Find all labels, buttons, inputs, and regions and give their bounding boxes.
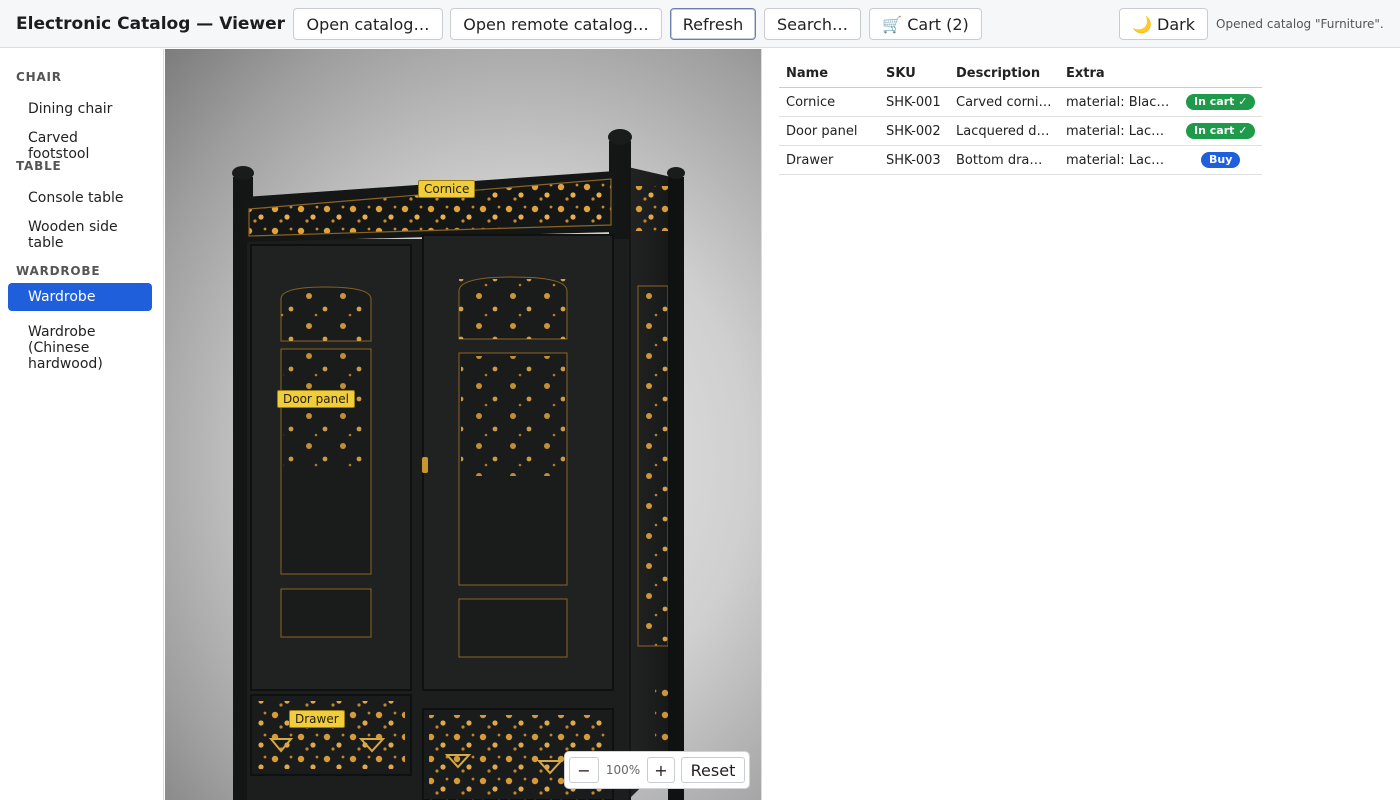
cell-name: Drawer bbox=[779, 145, 879, 175]
hotspot-drawer[interactable]: Drawer bbox=[289, 710, 345, 728]
extra-text: material: Lacquer bbox=[1066, 152, 1172, 168]
zoom-out-button[interactable]: − bbox=[569, 757, 599, 783]
cell-extra: material: Lacquer bbox=[1059, 116, 1179, 146]
dark-mode-toggle[interactable]: 🌙 Dark bbox=[1119, 8, 1208, 40]
table-header-row: Name SKU Description Extra bbox=[779, 60, 1263, 88]
sidebar-item-console-table[interactable]: Console table bbox=[8, 184, 152, 212]
sidebar-item-wardrobe[interactable]: Wardrobe bbox=[8, 283, 152, 311]
cell-description: Lacquered door bbox=[949, 116, 1059, 146]
cell-action: Buy bbox=[1179, 145, 1263, 175]
sidebar-item-wardrobe-chinese-hardwood[interactable]: Wardrobe (Chinese hardwood) bbox=[8, 318, 152, 378]
cell-sku: SHK-002 bbox=[879, 116, 949, 146]
cell-sku: SHK-001 bbox=[879, 87, 949, 117]
zoom-level: 100% bbox=[605, 763, 641, 777]
app-title: Electronic Catalog — Viewer bbox=[16, 14, 286, 34]
cell-description: Bottom drawer bbox=[949, 145, 1059, 175]
column-header-action bbox=[1179, 60, 1263, 88]
column-header-name: Name bbox=[779, 60, 879, 88]
in-cart-badge[interactable]: In cart ✓ bbox=[1186, 123, 1256, 139]
search-button[interactable]: Search… bbox=[764, 8, 861, 40]
open-remote-catalog-button[interactable]: Open remote catalog… bbox=[450, 8, 662, 40]
toolbar: Electronic Catalog — Viewer Open catalog… bbox=[0, 0, 1400, 48]
in-cart-badge[interactable]: In cart ✓ bbox=[1186, 94, 1256, 110]
open-catalog-button[interactable]: Open catalog… bbox=[293, 8, 443, 40]
cell-sku: SHK-003 bbox=[879, 145, 949, 175]
category-sidebar: CHAIR Dining chair Carved footstool TABL… bbox=[0, 49, 164, 800]
column-header-sku: SKU bbox=[879, 60, 949, 88]
buy-button[interactable]: Buy bbox=[1201, 152, 1241, 168]
parts-table: Name SKU Description Extra Cornice SHK-0… bbox=[779, 60, 1263, 175]
cell-action: In cart ✓ bbox=[1179, 116, 1263, 146]
column-header-description: Description bbox=[949, 60, 1059, 88]
category-heading-wardrobe: WARDROBE bbox=[16, 264, 101, 278]
refresh-button[interactable]: Refresh bbox=[670, 8, 756, 40]
category-heading-chair: CHAIR bbox=[16, 70, 62, 84]
hotspot-cornice[interactable]: Cornice bbox=[418, 180, 476, 198]
extra-text: material: Lacquer bbox=[1066, 123, 1172, 139]
column-header-extra: Extra bbox=[1059, 60, 1179, 88]
cell-extra: material: Lacquer bbox=[1059, 145, 1179, 175]
extra-text: material: Black lacquer bbox=[1066, 94, 1172, 110]
hotspot-door-panel[interactable]: Door panel bbox=[277, 390, 355, 408]
status-message: Opened catalog "Furniture". bbox=[1216, 17, 1384, 31]
zoom-in-button[interactable]: + bbox=[647, 757, 675, 783]
table-row[interactable]: Door panel SHK-002 Lacquered door materi… bbox=[779, 116, 1263, 146]
cart-button[interactable]: 🛒 Cart (2) bbox=[869, 8, 982, 40]
zoom-reset-button[interactable]: Reset bbox=[681, 757, 745, 783]
description-text: Carved cornice bbox=[956, 94, 1052, 110]
cell-extra: material: Black lacquer bbox=[1059, 87, 1179, 117]
description-text: Lacquered door bbox=[956, 123, 1052, 139]
sidebar-item-wooden-side-table[interactable]: Wooden side table bbox=[8, 213, 152, 257]
category-heading-table: TABLE bbox=[16, 159, 62, 173]
description-text: Bottom drawer bbox=[956, 152, 1052, 168]
sidebar-item-dining-chair[interactable]: Dining chair bbox=[8, 95, 152, 123]
wardrobe-image bbox=[232, 129, 685, 800]
cell-name: Door panel bbox=[779, 116, 879, 146]
zoom-controls: − 100% + Reset bbox=[564, 751, 750, 789]
table-row[interactable]: Cornice SHK-001 Carved cornice material:… bbox=[779, 87, 1263, 117]
cell-description: Carved cornice bbox=[949, 87, 1059, 117]
product-image-viewer[interactable]: Cornice Door panel Drawer − 100% + Reset bbox=[165, 49, 762, 800]
cell-name: Cornice bbox=[779, 87, 879, 117]
table-row[interactable]: Drawer SHK-003 Bottom drawer material: L… bbox=[779, 145, 1263, 175]
cell-action: In cart ✓ bbox=[1179, 87, 1263, 117]
